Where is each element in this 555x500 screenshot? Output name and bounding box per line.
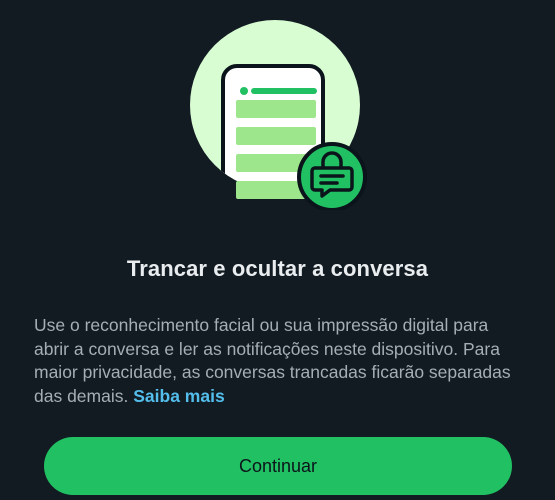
chat-bubble [236, 127, 316, 145]
learn-more-link[interactable]: Saiba mais [133, 386, 224, 406]
chat-header-bar [251, 88, 317, 94]
page-title: Trancar e ocultar a conversa [126, 256, 429, 281]
chat-bubble [236, 100, 316, 118]
description-text: Use o reconhecimento facial ou sua impre… [34, 314, 524, 408]
continue-button-label: Continuar [238, 455, 318, 476]
lock-chat-screen: Trancar e ocultar a conversa Use o recon… [0, 0, 555, 500]
continue-button[interactable]: Continuar [44, 437, 512, 495]
phone-with-locked-chat-icon [190, 20, 367, 210]
description-body: Use o reconhecimento facial ou sua impre… [34, 315, 511, 406]
chat-dot [240, 87, 248, 95]
lock-badge-icon [297, 142, 367, 210]
